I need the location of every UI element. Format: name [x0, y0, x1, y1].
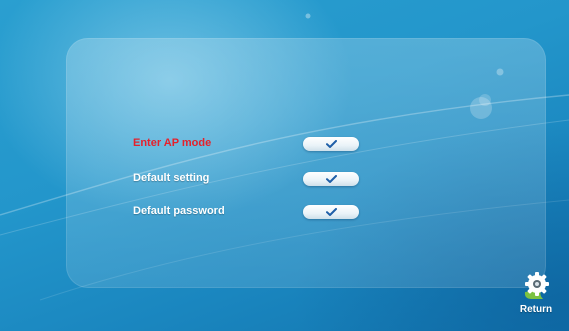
return-label: Return: [519, 304, 553, 315]
checkmark-icon: [325, 175, 337, 183]
return-button[interactable]: Return: [516, 270, 556, 320]
default-password-label[interactable]: Default password: [133, 205, 225, 217]
checkmark-icon: [325, 140, 337, 148]
settings-panel: [66, 38, 546, 288]
default-setting-toggle[interactable]: [303, 172, 359, 186]
default-setting-label[interactable]: Default setting: [133, 172, 209, 184]
default-password-toggle[interactable]: [303, 205, 359, 219]
enter-ap-mode-toggle[interactable]: [303, 137, 359, 151]
checkmark-icon: [325, 208, 337, 216]
enter-ap-mode-label[interactable]: Enter AP mode: [133, 137, 211, 149]
gear-icon: [524, 272, 549, 299]
